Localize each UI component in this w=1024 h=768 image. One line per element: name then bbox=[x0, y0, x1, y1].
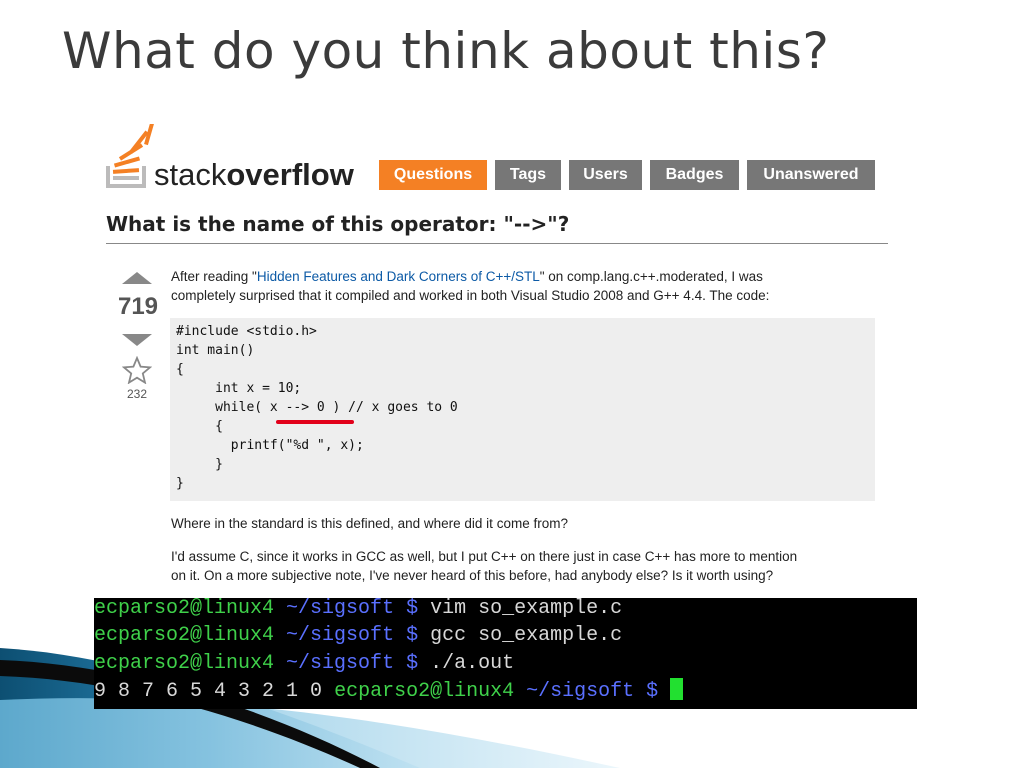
terminal-command: vim so_example.c bbox=[430, 597, 623, 620]
stackoverflow-logo[interactable]: stackoverflow bbox=[104, 124, 364, 194]
stackoverflow-logo-icon bbox=[106, 124, 154, 188]
terminal-path: ~/sigsoft $ bbox=[286, 652, 419, 675]
code-line: } bbox=[176, 457, 223, 472]
terminal-host: ecparso2@linux4 bbox=[94, 624, 275, 647]
intro-line-2: completely surprised that it compiled an… bbox=[171, 288, 770, 303]
terminal-output: 9 8 7 6 5 4 3 2 1 0 bbox=[94, 680, 323, 703]
code-block: #include <stdio.h> int main() { int x = … bbox=[170, 318, 875, 501]
vote-count: 719 bbox=[117, 293, 159, 320]
intro-text-2: " on comp.lang.c++.moderated, I was bbox=[539, 269, 763, 284]
terminal-window[interactable]: ecparso2@linux4 ~/sigsoft $ vim so_examp… bbox=[94, 595, 917, 709]
operator-highlight-underline bbox=[276, 420, 354, 424]
terminal-path: ~/sigsoft $ bbox=[286, 597, 419, 620]
closing-line-2: on it. On a more subjective note, I've n… bbox=[171, 568, 774, 583]
post-closing: I'd assume C, since it works in GCC as w… bbox=[171, 547, 881, 585]
favorite-count: 232 bbox=[126, 387, 148, 401]
intro-text: After reading " bbox=[171, 269, 257, 284]
stackoverflow-wordmark: stackoverflow bbox=[154, 157, 354, 192]
question-title[interactable]: What is the name of this operator: "-->"… bbox=[106, 212, 569, 236]
terminal-command: ./a.out bbox=[430, 652, 515, 675]
code-line: #include <stdio.h> bbox=[176, 324, 317, 339]
closing-line-1: I'd assume C, since it works in GCC as w… bbox=[171, 549, 798, 564]
code-line: printf("%d ", x); bbox=[176, 438, 364, 453]
nav-users[interactable]: Users bbox=[569, 160, 642, 190]
code-line: int x = 10; bbox=[176, 381, 302, 396]
vote-down-icon[interactable] bbox=[122, 334, 152, 346]
code-line: int main() bbox=[176, 343, 255, 358]
terminal-host: ecparso2@linux4 bbox=[334, 680, 515, 703]
post-intro: After reading "Hidden Features and Dark … bbox=[171, 267, 881, 305]
terminal-host: ecparso2@linux4 bbox=[94, 652, 275, 675]
terminal-line: ecparso2@linux4 ~/sigsoft $ ./a.out bbox=[94, 650, 514, 678]
hidden-features-link[interactable]: Hidden Features and Dark Corners of C++/… bbox=[257, 269, 540, 284]
nav-tags[interactable]: Tags bbox=[495, 160, 561, 190]
terminal-line: ecparso2@linux4 ~/sigsoft $ vim so_examp… bbox=[94, 595, 622, 623]
vote-up-icon[interactable] bbox=[122, 272, 152, 284]
nav-questions[interactable]: Questions bbox=[379, 160, 487, 190]
nav-badges[interactable]: Badges bbox=[650, 160, 739, 190]
nav-unanswered[interactable]: Unanswered bbox=[747, 160, 875, 190]
code-line: while( x --> 0 ) // x goes to 0 bbox=[176, 400, 458, 415]
code-line: } bbox=[176, 476, 184, 491]
terminal-host: ecparso2@linux4 bbox=[94, 597, 275, 620]
terminal-cursor-icon bbox=[670, 678, 684, 700]
terminal-command: gcc so_example.c bbox=[430, 624, 623, 647]
code-line: { bbox=[176, 362, 184, 377]
terminal-line: ecparso2@linux4 ~/sigsoft $ gcc so_examp… bbox=[94, 622, 622, 650]
terminal-path: ~/sigsoft $ bbox=[286, 624, 419, 647]
slide-title: What do you think about this? bbox=[62, 22, 830, 80]
post-followup: Where in the standard is this defined, a… bbox=[171, 516, 568, 531]
terminal-line: 9 8 7 6 5 4 3 2 1 0 ecparso2@linux4 ~/si… bbox=[94, 678, 684, 706]
code-line: { bbox=[176, 419, 223, 434]
terminal-path: ~/sigsoft $ bbox=[526, 680, 659, 703]
title-divider bbox=[106, 243, 888, 244]
favorite-star-icon[interactable] bbox=[122, 356, 152, 384]
